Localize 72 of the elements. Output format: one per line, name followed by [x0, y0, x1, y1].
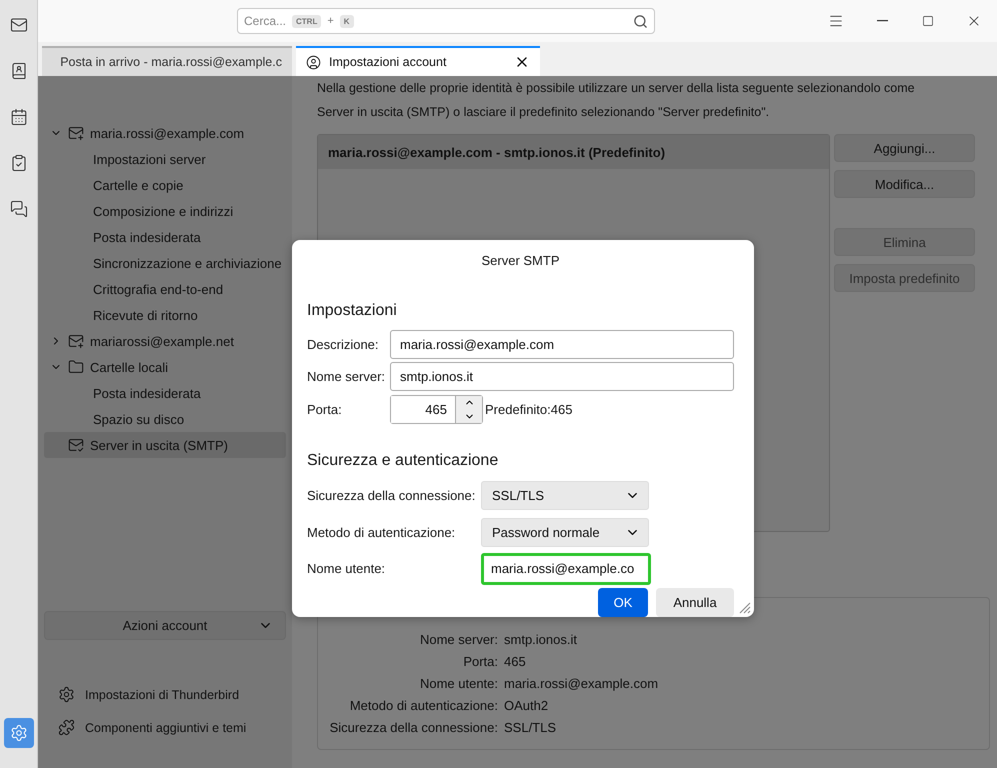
sidebar-item[interactable]: Posta indesiderata [44, 224, 286, 250]
detail-label: Sicurezza della connessione: [328, 720, 498, 735]
description-text: Server in uscita (SMTP) o lasciare il predefinito selezionando "Server predefinito". [317, 104, 770, 121]
clipboard-icon [10, 154, 28, 172]
shortcut-key: K [340, 14, 354, 28]
account-actions-button[interactable]: Azioni account [44, 611, 286, 640]
shortcut-key: CTRL [292, 14, 322, 28]
cancel-button[interactable]: Annulla [656, 588, 734, 617]
ok-button[interactable]: OK [598, 588, 648, 617]
tab[interactable]: Impostazioni account [296, 46, 540, 76]
detail-value: smtp.ionos.it [504, 632, 578, 647]
search-field[interactable]: Cerca... CTRL + K [237, 8, 655, 34]
detail-label: Metodo di autenticazione: [348, 698, 498, 713]
description-text: Nella gestione delle proprie identità è possibile utilizzare un server della lista seguente selezionandolo come [317, 80, 916, 97]
account-icon [306, 54, 321, 70]
sidebar-item[interactable]: mariarossi@example.net [44, 328, 286, 354]
sidebar-item[interactable]: Posta indesiderata [44, 380, 286, 406]
folder-icon [68, 359, 84, 375]
detail-value: maria.rossi@example.com [504, 676, 660, 691]
search-icon [633, 14, 648, 28]
port-spinner[interactable]: 465 [390, 394, 483, 424]
sidebar-item[interactable]: Cartelle locali [44, 354, 286, 380]
dialog-title: Server SMTP [480, 253, 560, 268]
settings-icon [10, 724, 28, 742]
detail-value: OAuth2 [504, 698, 550, 713]
server-name-field[interactable]: smtp.ionos.it [390, 362, 734, 392]
sidebar-item[interactable]: Sincronizzazione e archiviazione [44, 250, 286, 276]
field-label: Metodo di autenticazione: [307, 524, 456, 540]
field-label: Descrizione: [307, 336, 380, 352]
default-port-note: Predefinito:465 [485, 402, 572, 417]
envelope-icon [10, 16, 28, 34]
sidebar-item[interactable]: Crittografia end-to-end [44, 276, 286, 302]
sidebar-item[interactable]: maria.rossi@example.com [44, 120, 286, 146]
section-heading: Impostazioni [307, 302, 398, 320]
detail-value: SSL/TLS [504, 720, 558, 735]
settings-icon [58, 686, 75, 703]
sidebar-item[interactable]: Spazio su disco [44, 406, 286, 432]
shortcut-key: + [327, 15, 334, 27]
detail-label: Nome utente: [418, 676, 498, 691]
search-placeholder: Cerca... [244, 14, 286, 28]
chat-bubbles-icon [10, 200, 28, 218]
connection-security-dropdown[interactable]: SSL/TLS [481, 481, 649, 510]
section-heading: Sicurezza e autenticazione [307, 452, 500, 470]
settings-button[interactable] [4, 718, 34, 748]
server-list-item[interactable]: maria.rossi@example.com - smtp.ionos.it (Predefinito) [318, 135, 829, 169]
address-book-icon [10, 62, 28, 80]
field-label: Porta: [307, 402, 343, 417]
calendar-icon [10, 108, 28, 126]
field-label: Nome server: [307, 369, 386, 384]
tab[interactable]: Posta in arrivo - maria.rossi@example.c [42, 46, 292, 76]
description-field[interactable]: maria.rossi@example.com [390, 330, 734, 359]
action-button[interactable]: Aggiungi... [834, 134, 975, 162]
detail-value: 465 [504, 654, 527, 669]
sidebar-item[interactable]: Ricevute di ritorno [44, 302, 286, 328]
minimize-icon [876, 20, 888, 22]
action-button[interactable]: Modifica... [834, 170, 975, 198]
menu-icon [828, 13, 844, 29]
auth-method-dropdown[interactable]: Password normale [481, 518, 649, 547]
sidebar-item[interactable]: Impostazioni server [44, 146, 286, 172]
sidebar-link[interactable]: Componenti aggiuntivi e temi [58, 719, 286, 736]
resize-grip-icon[interactable] [737, 600, 751, 614]
detail-label: Porta: [462, 654, 498, 669]
sidebar-item[interactable]: Composizione e indirizzi [44, 198, 286, 224]
field-label: Sicurezza della connessione: [307, 488, 476, 504]
puzzle-icon [58, 719, 75, 736]
detail-label: Nome server: [418, 632, 498, 647]
maximize-icon [922, 15, 934, 27]
sidebar-link[interactable]: Impostazioni di Thunderbird [58, 686, 286, 703]
username-field[interactable]: maria.rossi@example.co [481, 552, 651, 585]
sidebar-item[interactable]: Cartelle e copie [44, 172, 286, 198]
field-label: Nome utente: [307, 561, 386, 576]
sidebar-item[interactable]: Server in uscita (SMTP) [44, 432, 286, 458]
